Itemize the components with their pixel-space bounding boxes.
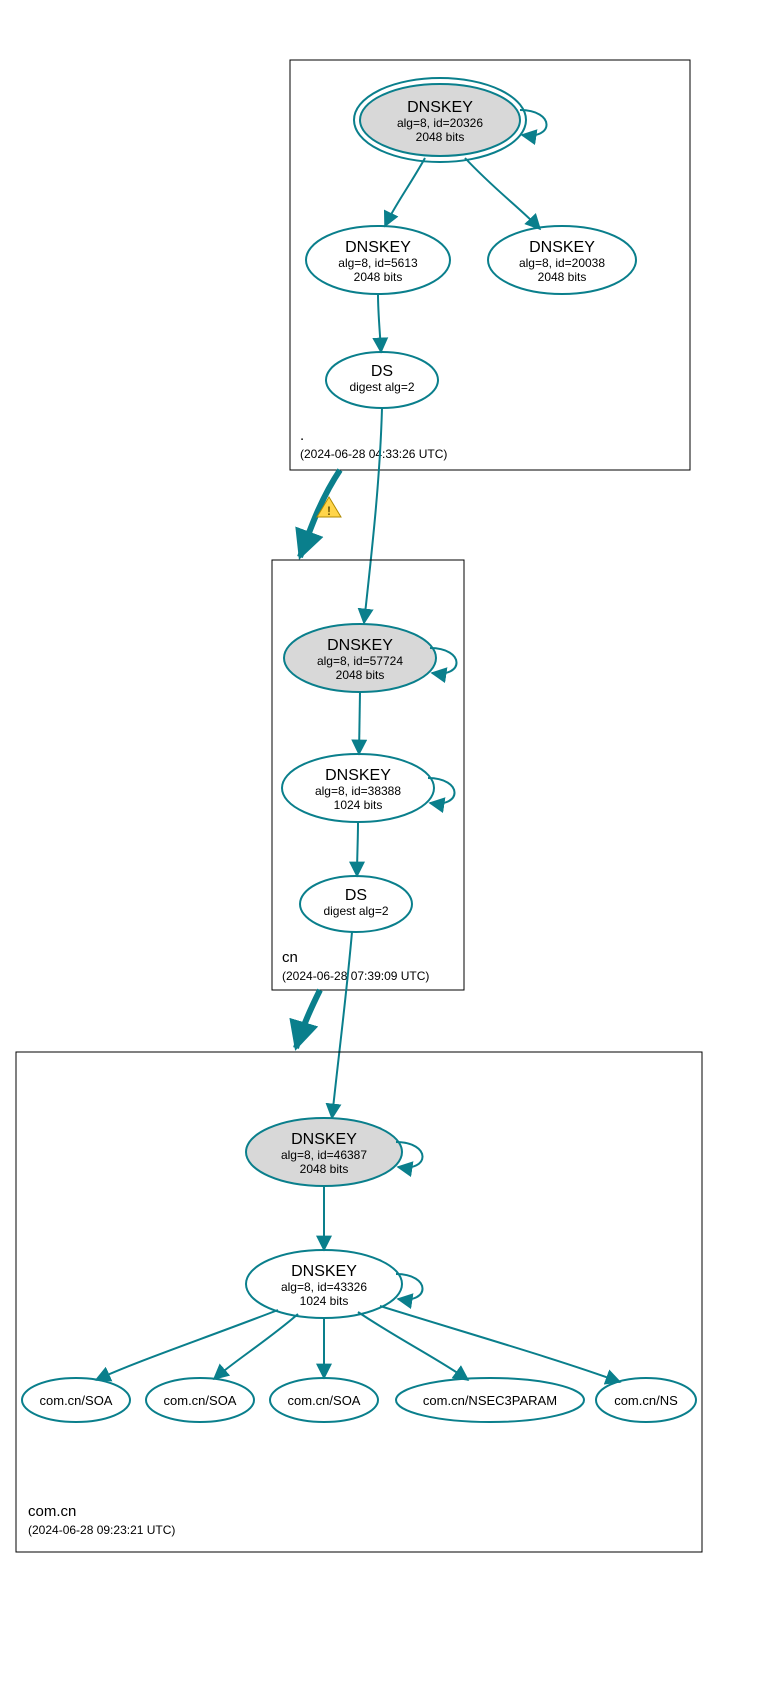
comcn-ksk-node: DNSKEY alg=8, id=46387 2048 bits [246, 1118, 402, 1186]
comcn-zsk-node: DNSKEY alg=8, id=43326 1024 bits [246, 1250, 402, 1318]
svg-text:!: ! [327, 504, 331, 518]
edge [214, 1314, 298, 1379]
rr-ns: com.cn/NS [596, 1378, 696, 1422]
edge [332, 932, 352, 1118]
svg-text:digest alg=2: digest alg=2 [349, 380, 414, 394]
svg-text:alg=8, id=38388: alg=8, id=38388 [315, 784, 401, 798]
root-ksk-node: DNSKEY alg=8, id=20326 2048 bits [354, 78, 526, 162]
dnskey-label: DNSKEY [291, 1131, 357, 1148]
svg-text:com.cn/SOA: com.cn/SOA [40, 1393, 113, 1408]
svg-text:alg=8, id=20038: alg=8, id=20038 [519, 256, 605, 270]
delegation-edge [296, 990, 320, 1048]
svg-text:2048 bits: 2048 bits [538, 270, 587, 284]
svg-text:com.cn/SOA: com.cn/SOA [164, 1393, 237, 1408]
edge [364, 408, 382, 623]
cn-ds-node: DS digest alg=2 [300, 876, 412, 932]
svg-text:2048 bits: 2048 bits [416, 130, 465, 144]
svg-text:alg=8, id=5613: alg=8, id=5613 [338, 256, 418, 270]
dnskey-label: DNSKEY [325, 767, 391, 784]
self-loop-icon [520, 110, 547, 136]
zone-root-name: . [300, 427, 304, 444]
zone-comcn: com.cn (2024-06-28 09:23:21 UTC) DNSKEY … [16, 1052, 702, 1552]
dnskey-label: DNSKEY [327, 637, 393, 654]
zone-cn-name: cn [282, 949, 298, 966]
dnskey-label: DNSKEY [291, 1263, 357, 1280]
zone-root-timestamp: (2024-06-28 04:33:26 UTC) [300, 447, 447, 461]
svg-text:com.cn/NSEC3PARAM: com.cn/NSEC3PARAM [423, 1393, 557, 1408]
edge [358, 1312, 468, 1380]
svg-text:com.cn/NS: com.cn/NS [614, 1393, 678, 1408]
svg-text:1024 bits: 1024 bits [334, 798, 383, 812]
edge [380, 1306, 620, 1382]
edge [378, 294, 381, 352]
root-ds-node: DS digest alg=2 [326, 352, 438, 408]
svg-text:alg=8, id=43326: alg=8, id=43326 [281, 1280, 367, 1294]
rr-nsec3param: com.cn/NSEC3PARAM [396, 1378, 584, 1422]
svg-text:2048 bits: 2048 bits [300, 1162, 349, 1176]
zone-cn-timestamp: (2024-06-28 07:39:09 UTC) [282, 969, 429, 983]
svg-text:2048 bits: 2048 bits [354, 270, 403, 284]
svg-text:alg=8, id=20326: alg=8, id=20326 [397, 116, 483, 130]
edge [385, 158, 425, 226]
dnssec-graph: . (2024-06-28 04:33:26 UTC) DNSKEY alg=8… [0, 0, 772, 1690]
cn-zsk-node: DNSKEY alg=8, id=38388 1024 bits [282, 754, 434, 822]
dnskey-label: DNSKEY [345, 239, 411, 256]
svg-text:1024 bits: 1024 bits [300, 1294, 349, 1308]
edge [96, 1310, 278, 1380]
root-zsk2-node: DNSKEY alg=8, id=20038 2048 bits [488, 226, 636, 294]
rr-soa-2: com.cn/SOA [146, 1378, 254, 1422]
cn-ksk-node: DNSKEY alg=8, id=57724 2048 bits [284, 624, 436, 692]
zone-cn: cn (2024-06-28 07:39:09 UTC) DNSKEY alg=… [272, 560, 464, 990]
zone-root: . (2024-06-28 04:33:26 UTC) DNSKEY alg=8… [290, 60, 690, 470]
root-zsk-node: DNSKEY alg=8, id=5613 2048 bits [306, 226, 450, 294]
zone-comcn-name: com.cn [28, 1503, 76, 1520]
rr-soa-1: com.cn/SOA [22, 1378, 130, 1422]
edge [465, 158, 540, 229]
svg-text:alg=8, id=46387: alg=8, id=46387 [281, 1148, 367, 1162]
svg-text:com.cn/SOA: com.cn/SOA [288, 1393, 361, 1408]
edge [357, 822, 358, 876]
zone-comcn-timestamp: (2024-06-28 09:23:21 UTC) [28, 1523, 175, 1537]
dnskey-label: DNSKEY [407, 99, 473, 116]
svg-text:2048 bits: 2048 bits [336, 668, 385, 682]
svg-text:alg=8, id=57724: alg=8, id=57724 [317, 654, 403, 668]
ds-label: DS [371, 363, 393, 380]
dnskey-label: DNSKEY [529, 239, 595, 256]
rr-soa-3: com.cn/SOA [270, 1378, 378, 1422]
svg-text:digest alg=2: digest alg=2 [323, 904, 388, 918]
ds-label: DS [345, 887, 367, 904]
edge [359, 692, 360, 754]
